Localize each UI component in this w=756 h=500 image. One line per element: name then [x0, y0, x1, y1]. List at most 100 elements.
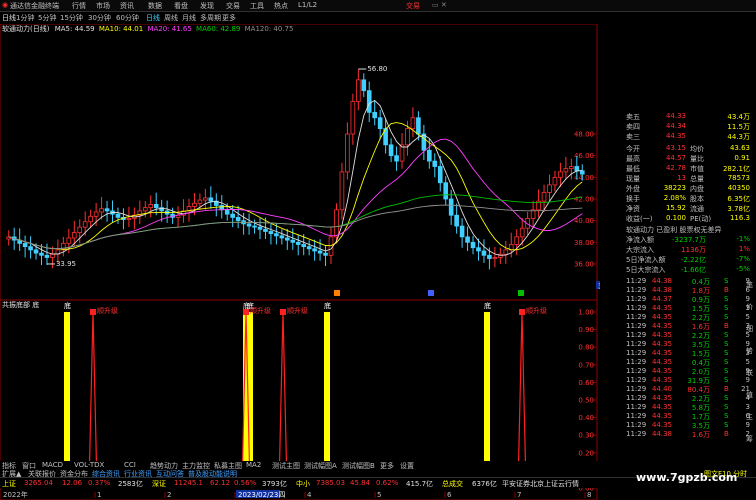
- news-ticker[interactable]: 平安证券北京上证云行情: [502, 479, 579, 489]
- period-tab[interactable]: 15分钟: [60, 13, 83, 23]
- period-tab[interactable]: 30分钟: [88, 13, 111, 23]
- candle-body: [77, 226, 83, 233]
- candle-body: [579, 170, 585, 175]
- candle-body: [388, 144, 394, 157]
- period-tab[interactable]: 1分钟: [16, 13, 34, 23]
- tick-row-cell: 44.35: [651, 421, 672, 429]
- tick-row-cell: S: [724, 367, 729, 375]
- candle-body: [142, 207, 148, 212]
- sh-change: 12.06: [62, 479, 83, 487]
- tick-row-cell: 44.35: [651, 403, 672, 411]
- side-tab-button[interactable]: 笔: [746, 280, 753, 290]
- sz-amount: 3793亿: [262, 480, 287, 488]
- date-tick-label: 8: [587, 491, 591, 499]
- tab1-8[interactable]: MA2: [246, 461, 261, 469]
- candle-body: [323, 252, 328, 256]
- tick-row-cell: S: [724, 331, 729, 339]
- tick-row: 11:29 44.35 2.2万 S 5: [602, 313, 752, 322]
- ind-tick-label: 1.00: [578, 309, 594, 317]
- tab1-3[interactable]: VOL-TDX: [74, 461, 104, 469]
- period-tab[interactable]: 5分钟: [38, 13, 56, 23]
- quote-field-cell: 总量: [690, 175, 704, 183]
- tick-row: 11:29 44.35 1.7万 S 6: [602, 412, 752, 421]
- candle-body: [514, 236, 520, 245]
- quote-field-cell: 3.78亿: [727, 205, 750, 213]
- menu-item[interactable]: 交易: [226, 1, 240, 11]
- zx-change: 45.84: [350, 479, 371, 487]
- menu-item[interactable]: 行情: [72, 1, 86, 11]
- candlestick-chart[interactable]: 软通动力(日线) MA5: 44.59 MA10: 44.01 MA20: 41…: [0, 24, 600, 300]
- period-tab[interactable]: 周线: [164, 13, 178, 23]
- quote-field-cell: 42.78: [665, 164, 686, 172]
- menu-item[interactable]: 发现: [200, 1, 214, 11]
- candle-body: [339, 171, 345, 211]
- period-tab[interactable]: 更多: [222, 13, 236, 23]
- quote-field-cell: 量比: [690, 155, 704, 163]
- menu-item[interactable]: 工具: [250, 1, 264, 11]
- candle-body: [28, 246, 33, 251]
- side-tab-button[interactable]: 筹: [746, 434, 753, 444]
- period-tab[interactable]: 月线: [182, 13, 196, 23]
- sh-label[interactable]: 上证: [2, 479, 16, 489]
- quote-field-cell: 282.1亿: [722, 165, 750, 173]
- trade-button[interactable]: 交易: [406, 1, 420, 11]
- tab1-4[interactable]: CCI: [124, 461, 136, 469]
- zx-amount: 415.7亿: [406, 480, 434, 488]
- price-tick-label: 40.00: [574, 217, 594, 225]
- candle-body: [192, 202, 197, 207]
- sell-level: 卖四 44.34 11.5万: [602, 122, 752, 131]
- candle-body: [126, 218, 132, 220]
- ind-tick-label: 0.80: [578, 344, 594, 352]
- quote-field-cell: 均价: [690, 145, 704, 153]
- tick-row: 11:29 44.37 0.9万 S 9: [602, 295, 752, 304]
- side-tab-button[interactable]: 价: [746, 302, 753, 312]
- quote-field-cell: 最低: [626, 165, 640, 173]
- tick-row-cell: 11:29: [626, 394, 647, 402]
- stock-status: 软通动力 已盈利 股票权无差异: [602, 225, 752, 234]
- window-controls-icon[interactable]: ▭ ✕: [432, 1, 447, 9]
- candle-body: [410, 117, 416, 129]
- tick-row-cell: 11:29: [626, 385, 647, 393]
- tick-row-cell: 11:29: [626, 286, 647, 294]
- period-tab[interactable]: 多周期: [200, 13, 221, 23]
- side-tab-button[interactable]: 联: [746, 368, 753, 378]
- menu-item[interactable]: 数据: [148, 1, 162, 11]
- menu-item[interactable]: L1/L2: [298, 1, 317, 9]
- candle-body: [301, 244, 307, 248]
- period-tab[interactable]: 日线: [2, 13, 16, 23]
- candle-body: [148, 203, 154, 209]
- extension-tabs: 扩展▲ 关联报价 资金分布 综合资讯 行业资讯 互动问答 普及股动能说明: [0, 469, 600, 478]
- tick-row-cell: 11:29: [626, 421, 647, 429]
- tick-row-cell: 11:29: [626, 358, 647, 366]
- quote-field-cell: 现量: [626, 175, 640, 183]
- bottom-signal-label: 底: [484, 301, 491, 310]
- side-tab-button[interactable]: 势: [746, 346, 753, 356]
- tick-row-cell: 11:29: [626, 304, 647, 312]
- tick-row-cell: 5: [745, 358, 750, 366]
- menu-item[interactable]: 热点: [274, 1, 288, 11]
- menu-item[interactable]: 看盘: [174, 1, 188, 11]
- tick-row-cell: S: [724, 358, 729, 366]
- ind-tick-label: 0.30: [578, 432, 594, 440]
- fund-flow-row-cell: -1%: [736, 235, 750, 243]
- side-tab-button[interactable]: 主: [746, 412, 753, 422]
- side-tab-button[interactable]: 值: [746, 390, 753, 400]
- candle-body: [153, 203, 159, 209]
- menu-item[interactable]: 市场: [96, 1, 110, 11]
- quote-field-cell: 13: [677, 174, 686, 182]
- menu-item[interactable]: 资讯: [120, 1, 134, 11]
- candle-body: [443, 182, 449, 200]
- quote-field-cell: 流通: [690, 205, 704, 213]
- sz-label[interactable]: 深证: [152, 479, 166, 489]
- candle-body: [356, 79, 361, 102]
- candle-body: [372, 111, 378, 119]
- zx-label[interactable]: 中小: [296, 479, 310, 489]
- tab1-2[interactable]: MACD: [42, 461, 63, 469]
- side-tab-button[interactable]: 细: [746, 324, 753, 334]
- quote-field-cell: PE(动): [690, 215, 712, 223]
- period-tab[interactable]: 60分钟: [116, 13, 139, 23]
- period-tab-active[interactable]: 日线: [146, 13, 160, 23]
- quote-field-cell: 最高: [626, 155, 640, 163]
- tick-row: 11:29 44.38 0.4万 S 9: [602, 277, 752, 286]
- candle-body: [394, 155, 399, 162]
